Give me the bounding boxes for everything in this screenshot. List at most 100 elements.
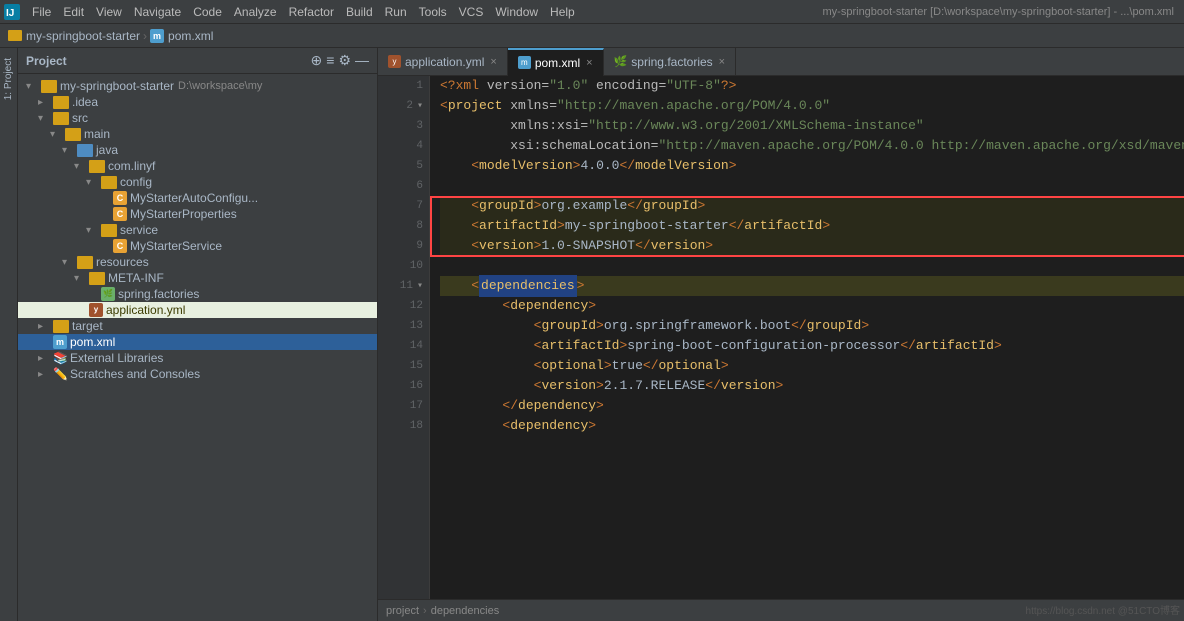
breadcrumb-file[interactable]: pom.xml xyxy=(168,29,213,43)
sidebar-settings-btn[interactable]: ⚙ xyxy=(338,52,351,69)
code-line-14: <artifactId> spring-boot-configuration-p… xyxy=(440,336,1184,356)
tabs-bar: y application.yml × m pom.xml × 🌿 spring… xyxy=(378,48,1184,76)
gutter-line-3: 3 xyxy=(378,116,429,136)
sidebar-item-appyml[interactable]: y application.yml xyxy=(18,302,377,318)
sidebar-close-btn[interactable]: — xyxy=(355,52,369,69)
menu-tools[interactable]: Tools xyxy=(413,0,453,24)
fold-2[interactable]: ▾ xyxy=(417,100,423,112)
sidebar-collapse-btn[interactable]: ≡ xyxy=(326,52,334,69)
tab-close-sf[interactable]: × xyxy=(719,56,725,68)
code-line-6 xyxy=(440,176,1184,196)
sidebar-item-main[interactable]: main xyxy=(18,126,377,142)
maven-icon-sidebar: m xyxy=(53,335,67,349)
tab-appyml[interactable]: y application.yml × xyxy=(378,48,508,76)
fold-11[interactable]: ▾ xyxy=(417,280,423,292)
line-num-8: 8 xyxy=(416,220,423,232)
breadcrumb-project[interactable]: my-springboot-starter xyxy=(26,29,140,43)
sidebar-item-ext-libs[interactable]: 📚 External Libraries xyxy=(18,350,377,366)
chevron-resources xyxy=(62,257,74,268)
sidebar-item-java[interactable]: java xyxy=(18,142,377,158)
sidebar-item-pomxml[interactable]: m pom.xml xyxy=(18,334,377,350)
sidebar-item-config[interactable]: config xyxy=(18,174,377,190)
config-label: config xyxy=(120,175,152,189)
tree-item-root[interactable]: my-springboot-starter D:\workspace\my xyxy=(18,78,377,94)
code-line-10 xyxy=(440,256,1184,276)
line-num-16: 16 xyxy=(410,380,423,392)
tab-close-appyml[interactable]: × xyxy=(490,56,496,68)
sidebar-item-src[interactable]: src xyxy=(18,110,377,126)
menu-file[interactable]: File xyxy=(26,0,57,24)
code-line-15: <optional> true </optional> xyxy=(440,356,1184,376)
sidebar-item-service-folder[interactable]: service xyxy=(18,222,377,238)
code-line-3: xmlns:xsi="http://www.w3.org/2001/XMLSch… xyxy=(440,116,1184,136)
sidebar-item-properties[interactable]: C MyStarterProperties xyxy=(18,206,377,222)
menu-navigate[interactable]: Navigate xyxy=(128,0,187,24)
project-tab[interactable]: 1: Project xyxy=(1,52,16,106)
folder-icon-java xyxy=(77,144,93,157)
pom-label: pom.xml xyxy=(70,335,115,349)
code-line-16: <version> 2.1.7.RELEASE </version> xyxy=(440,376,1184,396)
code-line-9: <version> 1.0-SNAPSHOT </version> xyxy=(440,236,1184,256)
code-line-1: <?xml version="1.0" encoding="UTF-8" ?> xyxy=(440,76,1184,96)
chevron-pkg xyxy=(74,161,86,172)
menu-build[interactable]: Build xyxy=(340,0,379,24)
breadcrumb-sep: › xyxy=(143,29,147,43)
menu-code[interactable]: Code xyxy=(187,0,228,24)
line-num-5: 5 xyxy=(416,160,423,172)
line-num-15: 15 xyxy=(410,360,423,372)
code-line-5: <modelVersion> 4.0.0 </modelVersion> xyxy=(440,156,1184,176)
folder-icon-config xyxy=(101,176,117,189)
main-label: main xyxy=(84,127,110,141)
tab-pomxml[interactable]: m pom.xml × xyxy=(508,48,604,76)
menu-run[interactable]: Run xyxy=(379,0,413,24)
line-num-2: 2 xyxy=(406,100,413,112)
tab-icon-pom: m xyxy=(518,56,531,69)
menu-window[interactable]: Window xyxy=(489,0,544,24)
sidebar-item-target[interactable]: target xyxy=(18,318,377,334)
sidebar-item-autoconfig[interactable]: C MyStarterAutoConfigu... xyxy=(18,190,377,206)
sidebar-item-scratches[interactable]: ✏️ Scratches and Consoles xyxy=(18,366,377,382)
tab-spring-factories[interactable]: 🌿 spring.factories × xyxy=(604,48,737,76)
menu-edit[interactable]: Edit xyxy=(57,0,90,24)
line-num-7: 7 xyxy=(416,200,423,212)
tab-icon-yml: y xyxy=(388,55,401,68)
gutter-line-5: 5 xyxy=(378,156,429,176)
sidebar-item-idea[interactable]: .idea xyxy=(18,94,377,110)
line-num-10: 10 xyxy=(410,260,423,272)
code-line-4: xsi:schemaLocation="http://maven.apache.… xyxy=(440,136,1184,156)
sidebar-item-metainf[interactable]: META-INF xyxy=(18,270,377,286)
sf-icon: 🌿 xyxy=(101,287,115,301)
tab-label-appyml: application.yml xyxy=(405,55,484,69)
tab-label-sf: spring.factories xyxy=(631,55,712,69)
scratches-label: Scratches and Consoles xyxy=(70,367,200,381)
gutter-line-8: 8 xyxy=(378,216,429,236)
editor-content[interactable]: 1 2 ▾ 3 4 5 6 7 8 9 10 xyxy=(378,76,1184,599)
menu-view[interactable]: View xyxy=(90,0,128,24)
code-area: 1 2 ▾ 3 4 5 6 7 8 9 10 xyxy=(378,76,1184,599)
breadcrumb: my-springboot-starter › m pom.xml xyxy=(0,24,1184,48)
menu-refactor[interactable]: Refactor xyxy=(283,0,340,24)
bc-bottom-deps: dependencies xyxy=(431,605,500,617)
folder-icon-main xyxy=(65,128,81,141)
sidebar-item-spring-factories[interactable]: 🌿 spring.factories xyxy=(18,286,377,302)
line-num-6: 6 xyxy=(416,180,423,192)
sidebar-item-package[interactable]: com.linyf xyxy=(18,158,377,174)
tab-label-pom: pom.xml xyxy=(535,56,580,70)
class-icon-autoconfig: C xyxy=(113,191,127,205)
menu-analyze[interactable]: Analyze xyxy=(228,0,283,24)
gutter-line-10: 10 xyxy=(378,256,429,276)
menu-help[interactable]: Help xyxy=(544,0,581,24)
sidebar-sync-btn[interactable]: ⊕ xyxy=(311,52,323,69)
chevron-main xyxy=(50,129,62,140)
sidebar-item-service[interactable]: C MyStarterService xyxy=(18,238,377,254)
tab-close-pom[interactable]: × xyxy=(586,57,592,69)
ext-icon: 📚 xyxy=(53,351,67,365)
chevron-java xyxy=(62,145,74,156)
code-line-17: </dependency> xyxy=(440,396,1184,416)
gutter-line-4: 4 xyxy=(378,136,429,156)
menu-vcs[interactable]: VCS xyxy=(453,0,490,24)
gutter-line-1: 1 xyxy=(378,76,429,96)
sidebar-item-resources[interactable]: resources xyxy=(18,254,377,270)
code-line-12: <dependency> xyxy=(440,296,1184,316)
line-num-17: 17 xyxy=(410,400,423,412)
